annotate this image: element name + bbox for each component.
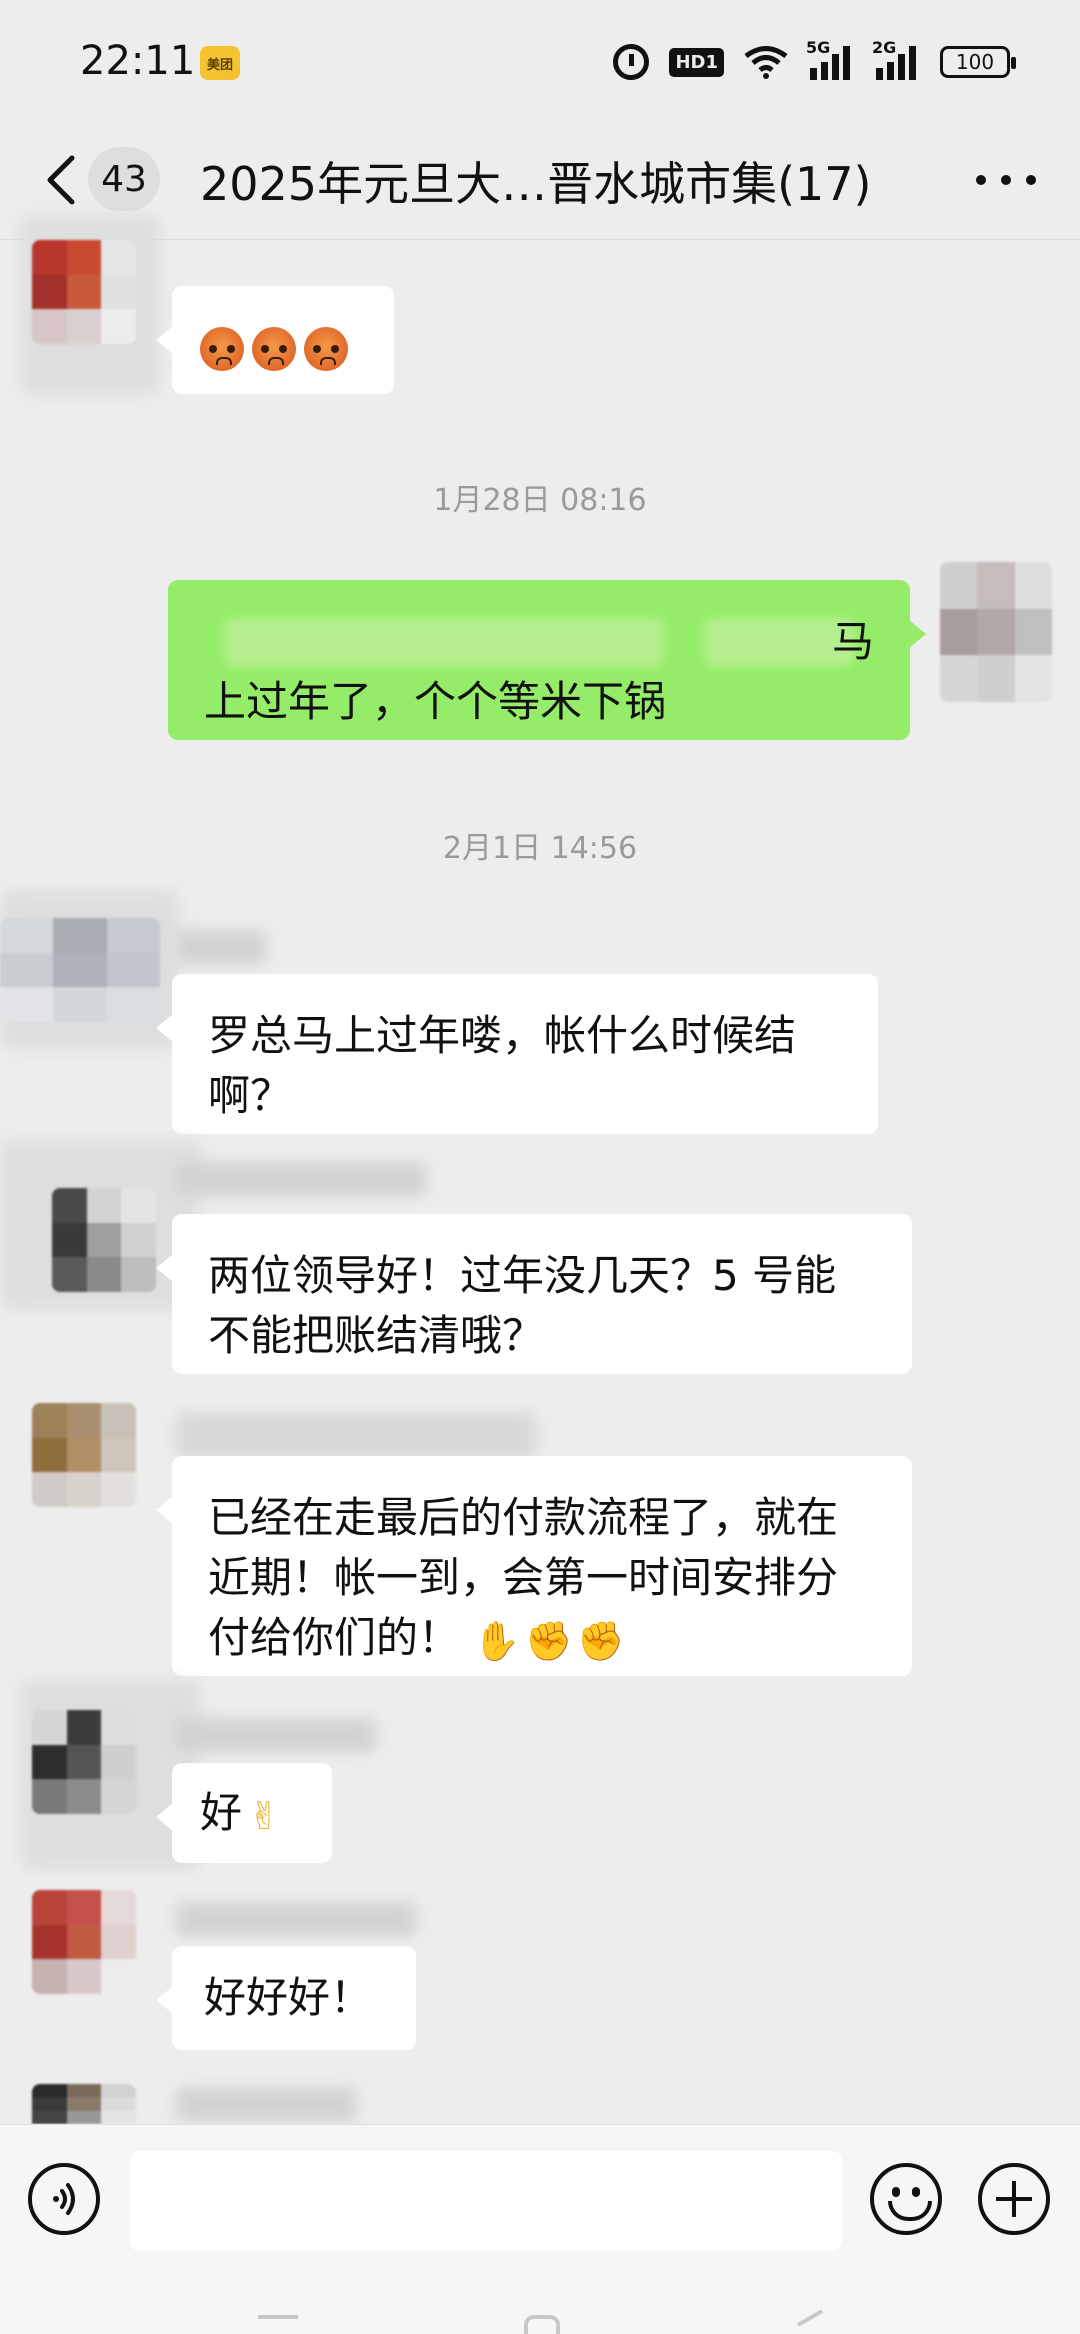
avatar[interactable] bbox=[32, 1890, 136, 1994]
chat-header: 43 2025年元旦大…晋水城市集(17) bbox=[0, 120, 1080, 240]
message-text: 已经在走最后的付款流程了，就在 bbox=[208, 1493, 839, 1542]
message-text: 近期！帐一到，会第一时间安排分 bbox=[208, 1553, 839, 1602]
dot bbox=[1001, 175, 1011, 185]
message-bubble-m4[interactable]: 两位领导好！过年没几天？5 号能 不能把账结清哦？ bbox=[156, 1214, 912, 1374]
plus-icon[interactable] bbox=[978, 2163, 1050, 2235]
dot bbox=[1026, 175, 1036, 185]
sweat-face-emoji bbox=[252, 326, 296, 371]
avatar[interactable] bbox=[32, 240, 136, 344]
timestamp: 1月28日 08:16 bbox=[433, 483, 647, 518]
sender-name-redacted bbox=[176, 1718, 376, 1752]
chat-title: 2025年元旦大…晋水城市集(17) bbox=[200, 157, 872, 211]
avatar[interactable] bbox=[32, 2084, 136, 2124]
message-bubble-m7[interactable]: 好好好！ bbox=[156, 1946, 416, 2050]
hd-icon: HD1 bbox=[669, 47, 724, 77]
message-text: 付给你们的！ bbox=[208, 1613, 461, 1662]
message-input[interactable] bbox=[130, 2151, 842, 2251]
message-bubble-m2[interactable]: 马 上过年了，个个等米下锅 bbox=[168, 580, 926, 740]
back-chevron-icon[interactable] bbox=[42, 150, 82, 210]
message-text: 好好好！ bbox=[204, 1973, 373, 2022]
sender-name-redacted bbox=[176, 2088, 356, 2122]
avatar[interactable] bbox=[32, 1710, 136, 1814]
message-text: 好 bbox=[200, 1788, 243, 1837]
message-text: 两位领导好！过年没几天？5 号能 bbox=[208, 1251, 837, 1300]
more-dots-icon[interactable] bbox=[976, 160, 1036, 200]
handshake-emoji: ✊ bbox=[525, 1618, 573, 1663]
sweat-face-emoji bbox=[304, 326, 348, 371]
clap-hands-emoji: ✋ bbox=[473, 1618, 521, 1663]
nav-home-icon[interactable] bbox=[524, 2315, 560, 2334]
nav-menu-icon[interactable] bbox=[258, 2315, 298, 2334]
status-icons: HD1 5G 2G 100 bbox=[613, 38, 1016, 84]
message-line: 马 bbox=[204, 612, 874, 672]
avatar[interactable] bbox=[0, 918, 160, 1022]
message-bubble-m3[interactable]: 罗总马上过年喽，帐什么时候结 啊？ bbox=[156, 974, 878, 1134]
ok-hand-emoji: ✌ bbox=[248, 1793, 280, 1838]
redacted-text bbox=[224, 618, 664, 666]
avatar[interactable] bbox=[52, 1188, 156, 1292]
avatar[interactable] bbox=[32, 1403, 136, 1507]
message-bubble-m5[interactable]: 已经在走最后的付款流程了，就在 近期！帐一到，会第一时间安排分 付给你们的！ ✋… bbox=[156, 1456, 912, 1676]
emoji-icon[interactable] bbox=[870, 2163, 942, 2235]
meituan-notification-icon: 美团 bbox=[200, 46, 240, 80]
message-bubble-m1[interactable] bbox=[156, 286, 394, 394]
unread-count-badge[interactable]: 43 bbox=[88, 147, 160, 211]
dot bbox=[976, 175, 986, 185]
nav-back-icon[interactable] bbox=[796, 2309, 832, 2334]
message-text: 马 bbox=[831, 617, 874, 666]
signal-2g-icon: 2G bbox=[872, 38, 920, 80]
sender-name-redacted bbox=[176, 1162, 426, 1196]
avatar-self[interactable] bbox=[940, 562, 1052, 702]
sweat-face-emoji bbox=[200, 326, 244, 371]
status-time: 22:11 bbox=[80, 38, 196, 84]
wifi-icon bbox=[744, 45, 788, 79]
message-text: 罗总马上过年喽，帐什么时候结 bbox=[208, 1011, 797, 1060]
sender-name-redacted bbox=[176, 1902, 416, 1936]
battery-icon: 100 bbox=[940, 46, 1016, 78]
message-text: 啊？ bbox=[208, 1071, 293, 1120]
timestamp: 2月1日 14:56 bbox=[442, 831, 638, 866]
message-text: 不能把账结清哦？ bbox=[208, 1311, 545, 1360]
input-bar bbox=[0, 2124, 1080, 2334]
message-text: 上过年了，个个等米下锅 bbox=[204, 677, 667, 726]
voice-icon[interactable] bbox=[28, 2163, 100, 2235]
sender-name-redacted bbox=[176, 930, 266, 964]
sender-name-redacted bbox=[176, 1412, 536, 1458]
message-bubble-m6[interactable]: 好 ✌ bbox=[156, 1763, 332, 1863]
message-line: 付给你们的！ ✋ ✊ ✊ bbox=[208, 1608, 876, 1668]
status-bar: 22:11 美团 HD1 5G 2G 100 bbox=[0, 0, 1080, 120]
signal-5g-icon: 5G bbox=[806, 38, 854, 80]
handshake-emoji: ✊ bbox=[577, 1618, 625, 1663]
alarm-icon bbox=[613, 44, 650, 80]
